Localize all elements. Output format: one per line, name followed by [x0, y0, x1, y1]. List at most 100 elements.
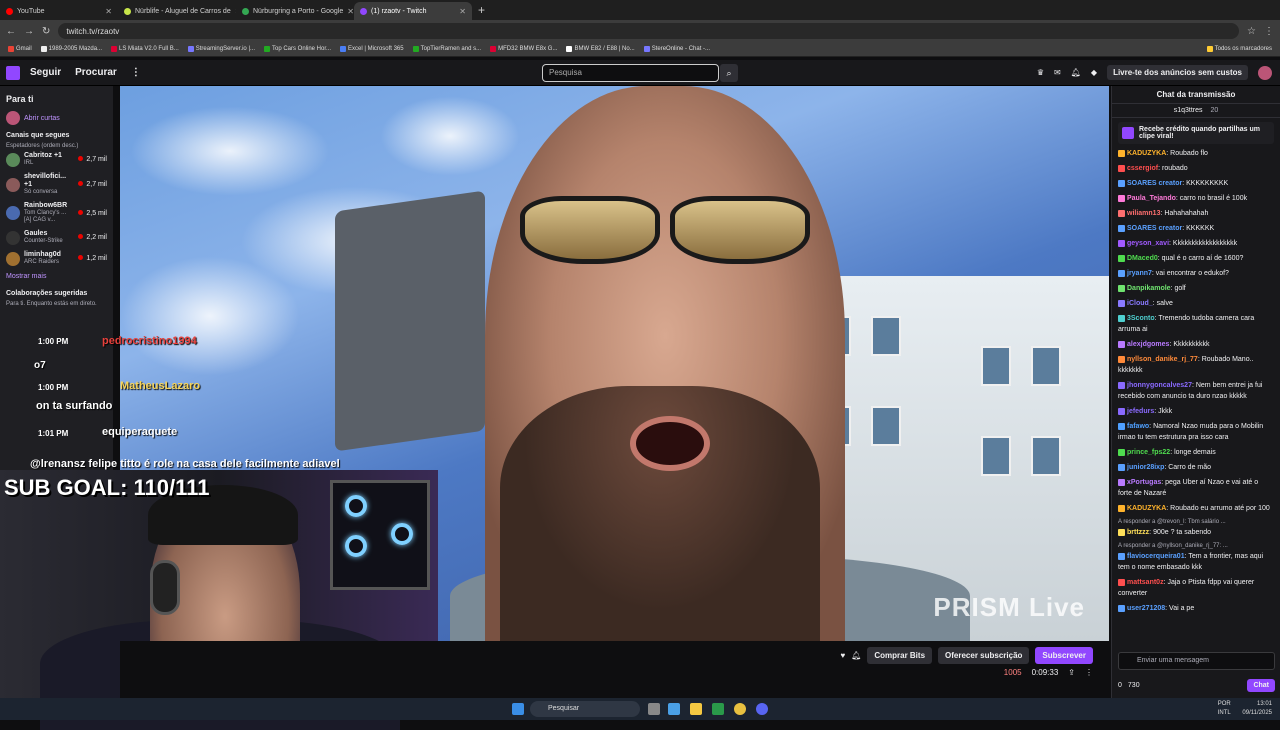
bits-balance[interactable]: 0: [1118, 682, 1122, 689]
bookmark[interactable]: Gmail: [8, 46, 32, 52]
system-tray[interactable]: POR INTL 13:01 09/11/2025: [1218, 700, 1272, 718]
back-icon[interactable]: ←: [6, 26, 16, 37]
chat-username[interactable]: flaviocerqueira01: [1127, 553, 1185, 560]
bookmark[interactable]: MFD32 BMW E8x G...: [490, 46, 557, 52]
chat-username[interactable]: KADUZYKA: [1127, 505, 1166, 512]
badge-icon: [1118, 239, 1125, 247]
chat-username[interactable]: DMaced0: [1127, 255, 1158, 262]
channel-points[interactable]: 730: [1128, 682, 1140, 689]
pinned-gifter[interactable]: s1q3ttres 20: [1112, 104, 1280, 118]
chat-username[interactable]: alexjdgomes: [1127, 341, 1169, 348]
chat-username[interactable]: xPortugas: [1127, 479, 1161, 486]
bookmark[interactable]: 1989-2005 Mazda...: [40, 46, 102, 52]
url-field[interactable]: twitch.tv/rzaotv: [58, 23, 1240, 39]
chat-username[interactable]: jhonnygoncalves27: [1127, 382, 1192, 389]
sidebar-channel[interactable]: liminhag0d ARC Raiders 1,2 mil: [0, 248, 113, 269]
browser-tab[interactable]: YouTube ✕: [0, 2, 118, 20]
chat-username[interactable]: KADUZYKA: [1127, 150, 1166, 157]
bookmark[interactable]: StereOnline - Chat -...: [643, 46, 710, 52]
site-icon: [124, 7, 131, 15]
chat-input[interactable]: Enviar uma mensagem: [1118, 652, 1275, 670]
sidebar-channel[interactable]: Cabritoz +1 IRL 2,7 mil: [0, 149, 113, 170]
buy-bits-button[interactable]: Comprar Bits: [867, 647, 933, 664]
reply-context[interactable]: A responder a @trevon_l: Tbm salário ...: [1118, 518, 1274, 527]
notification-icon[interactable]: 🔔︎: [1071, 68, 1081, 77]
chat-username[interactable]: nyllson_danike_rj_77: [1127, 356, 1198, 363]
reply-context[interactable]: A responder a @nyllson_danike_rj_77: ...: [1118, 542, 1274, 551]
search-icon[interactable]: ⌕: [720, 64, 738, 82]
close-icon[interactable]: ✕: [459, 7, 466, 16]
chat-username[interactable]: geyson_xavi: [1127, 240, 1169, 247]
chrome-icon[interactable]: [734, 703, 746, 715]
chat-username[interactable]: cssergiof: [1127, 165, 1158, 172]
subscribe-button[interactable]: Subscrever: [1035, 647, 1093, 664]
chat-username[interactable]: junior28ixp: [1127, 464, 1164, 471]
channel-name: Gaules: [24, 230, 48, 237]
excel-icon[interactable]: [712, 703, 724, 715]
chat-username[interactable]: jefedurs: [1127, 408, 1154, 415]
sidebar-channel[interactable]: Rainbow6BR Tom Clancy's ... [A] CAG v... 2,…: [0, 199, 113, 227]
forward-icon[interactable]: →: [24, 26, 34, 37]
more-icon[interactable]: ⋮: [1085, 668, 1093, 677]
chat-username[interactable]: prince_fps22: [1127, 449, 1170, 456]
channel-extra: [A] CAG v...: [24, 217, 56, 223]
star-icon[interactable]: ☆: [1247, 26, 1256, 37]
inbox-icon[interactable]: ✉: [1054, 68, 1061, 77]
viewer-count: 2,7 mil: [78, 156, 107, 163]
bookmark[interactable]: Top Cars Online Hor...: [264, 46, 331, 52]
open-clips-link[interactable]: Abrir curtas: [0, 108, 113, 128]
search-input[interactable]: Pesquisa: [542, 64, 719, 82]
all-bookmarks-folder[interactable]: Todos os marcadores: [1206, 46, 1272, 52]
clip-promo[interactable]: Recebe crédito quando partilhas um clipe…: [1118, 122, 1274, 144]
explorer-icon[interactable]: [690, 703, 702, 715]
chat-username[interactable]: SOARES creator: [1127, 180, 1182, 187]
bits-icon[interactable]: ◆: [1091, 68, 1097, 77]
show-more-link[interactable]: Mostrar mais: [0, 269, 113, 284]
heart-icon[interactable]: ♥: [840, 651, 845, 660]
bell-icon[interactable]: 🔔︎: [851, 651, 861, 660]
bookmark[interactable]: BMW E82 / E88 | No...: [566, 46, 635, 52]
taskbar-search[interactable]: Pesquisar: [530, 701, 640, 717]
close-icon[interactable]: ✕: [347, 7, 354, 16]
more-icon[interactable]: ⋮: [131, 67, 141, 78]
prime-ad-free-button[interactable]: Livre-te dos anúncios sem custos: [1107, 65, 1248, 80]
browser-tab[interactable]: Nürburgring a Porto - Google ✕: [236, 2, 354, 20]
chat-username[interactable]: mattsant0z: [1127, 579, 1164, 586]
chat-username[interactable]: Danpikamole: [1127, 285, 1171, 292]
twitch-logo-icon[interactable]: [6, 65, 20, 80]
crown-icon[interactable]: ♛: [1037, 68, 1044, 77]
bookmark[interactable]: LS Miata V2.0 Full B...: [111, 46, 179, 52]
chat-username[interactable]: fafawo: [1127, 423, 1149, 430]
chat-username[interactable]: 3Sconto: [1127, 315, 1155, 322]
chat-username[interactable]: user271208: [1127, 605, 1165, 612]
badge-icon: [1118, 194, 1125, 202]
chat-text: Jkkk: [1158, 408, 1173, 415]
share-icon[interactable]: ⇪: [1068, 668, 1075, 677]
chat-username[interactable]: Paula_Tejando: [1127, 195, 1176, 202]
avatar[interactable]: [1258, 65, 1272, 80]
browser-tab[interactable]: Nürblife - Aluguel de Carros de✕: [118, 2, 236, 20]
bookmark[interactable]: Excel | Microsoft 365: [340, 46, 404, 52]
chat-username[interactable]: SOARES creator: [1127, 225, 1182, 232]
chat-send-button[interactable]: Chat: [1247, 679, 1275, 692]
reload-icon[interactable]: ↻: [42, 26, 50, 37]
chat-username[interactable]: wiliamn13: [1127, 210, 1160, 217]
close-icon[interactable]: ✕: [105, 7, 112, 16]
menu-icon[interactable]: ⋮: [1264, 26, 1274, 37]
task-view-icon[interactable]: [648, 703, 660, 715]
sidebar-channel[interactable]: Gaules Counter-Strike 2,2 mil: [0, 227, 113, 248]
new-tab-button[interactable]: +: [472, 3, 491, 17]
discord-icon[interactable]: [756, 703, 768, 715]
bookmark[interactable]: StreamingServer.io |...: [187, 46, 255, 52]
bookmark[interactable]: TopTierRamen and s...: [412, 46, 481, 52]
browse-link[interactable]: Procurar: [75, 67, 117, 78]
copilot-icon[interactable]: [668, 703, 680, 715]
chat-username[interactable]: iCloud_: [1127, 300, 1153, 307]
chat-username[interactable]: brttzzz: [1127, 529, 1149, 536]
sidebar-channel[interactable]: shevillofici... +1 Só conversa 2,7 mil: [0, 170, 113, 199]
gift-sub-button[interactable]: Oferecer subscrição: [938, 647, 1030, 664]
chat-username[interactable]: jryann7: [1127, 270, 1152, 277]
browser-tab-active[interactable]: (1) rzaotv - Twitch ✕: [354, 2, 472, 20]
windows-start-icon[interactable]: [512, 703, 524, 715]
follow-link[interactable]: Seguir: [30, 67, 61, 78]
